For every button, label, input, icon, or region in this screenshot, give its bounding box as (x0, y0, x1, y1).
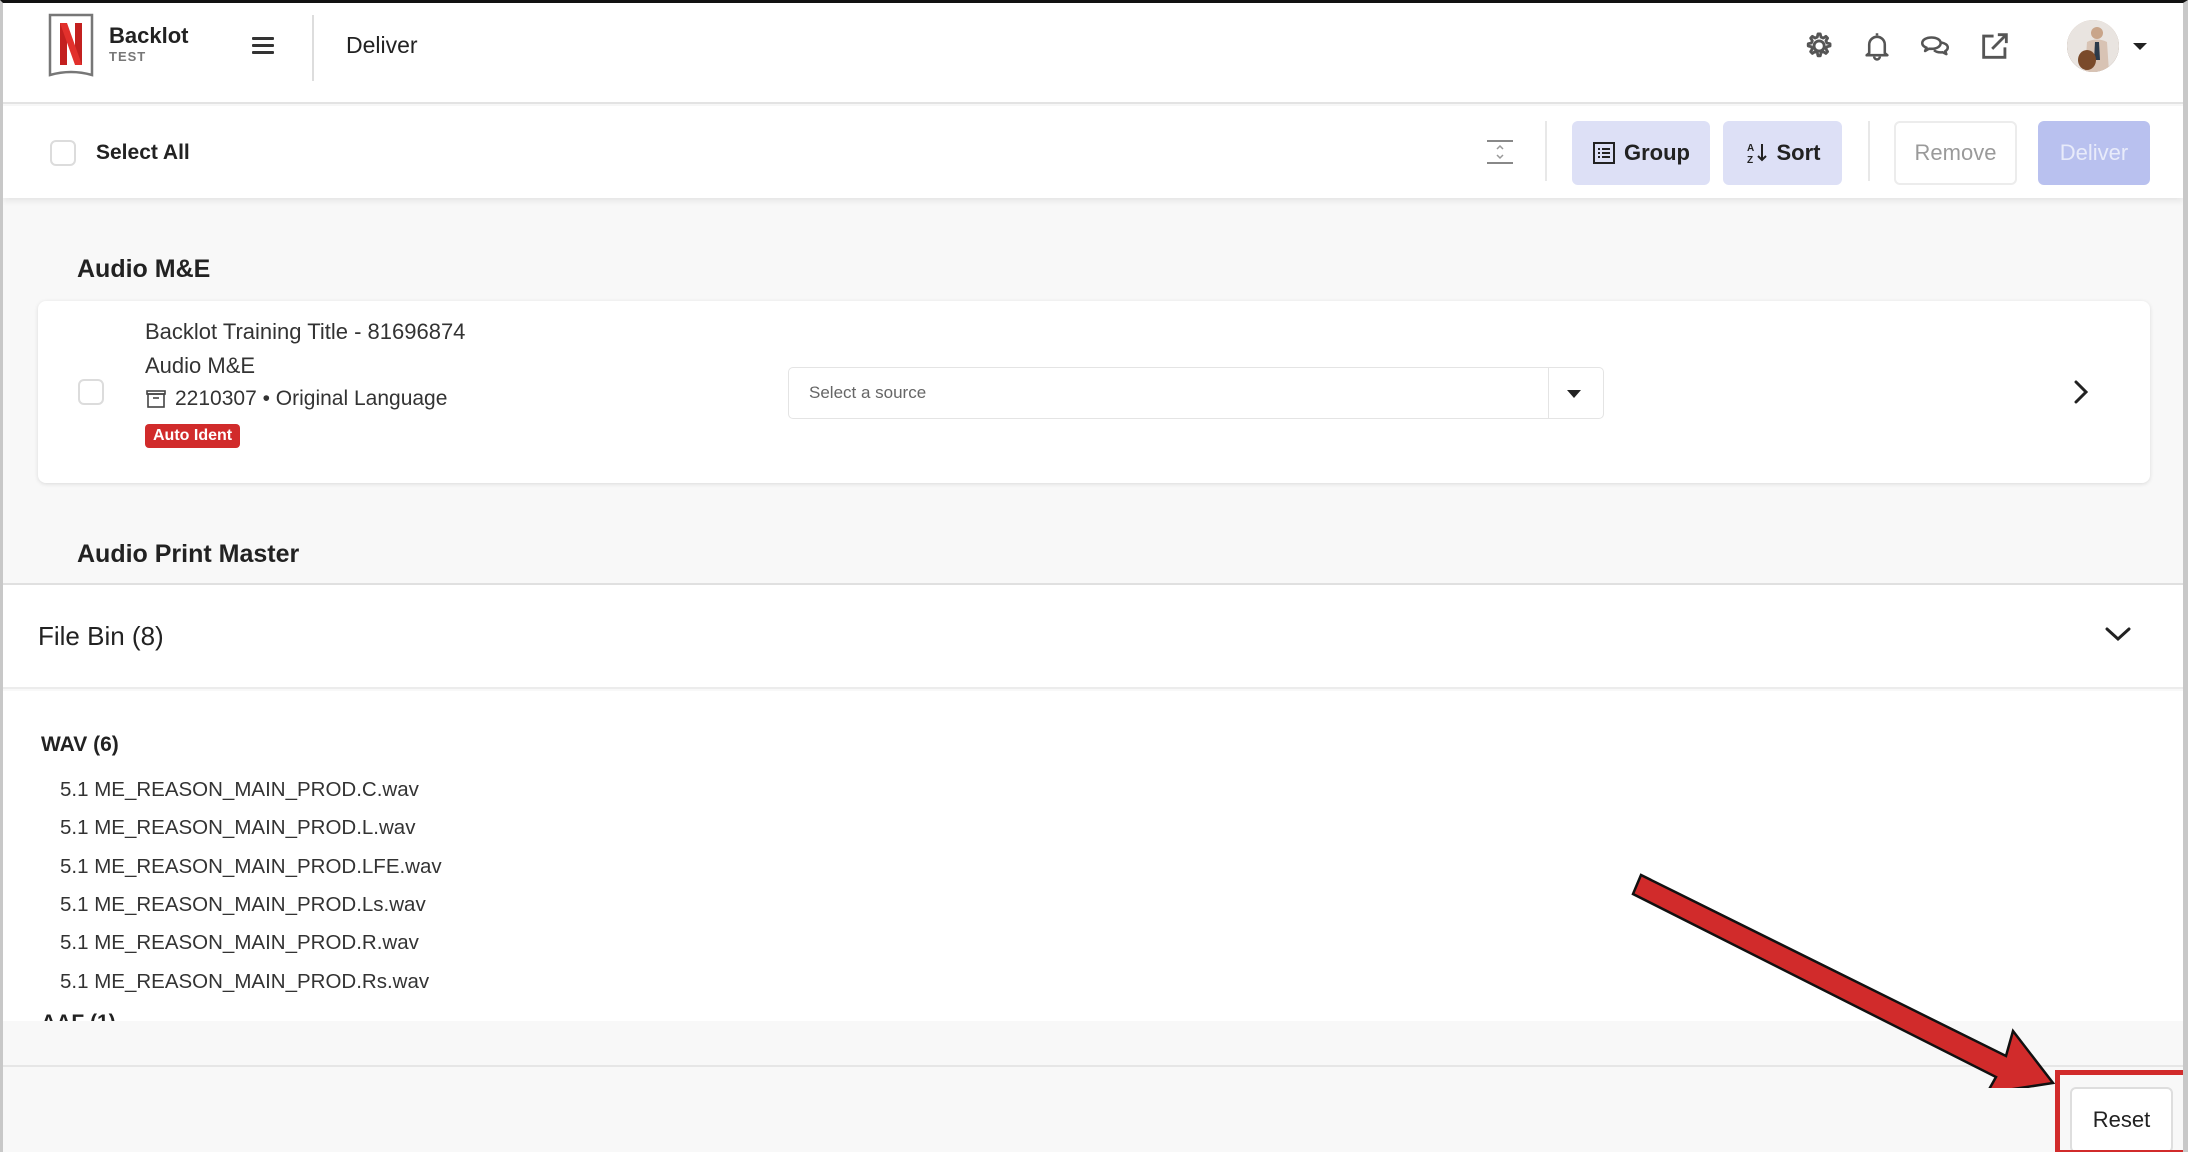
sort-az-icon: A Z (1747, 143, 1767, 166)
section-heading: Audio Print Master (77, 540, 300, 568)
toolbar-divider (1868, 121, 1870, 181)
section-heading: Audio M&E (77, 255, 211, 283)
group-button-label: Group (1624, 140, 1690, 165)
item-checkbox[interactable] (78, 379, 104, 405)
brand-name: Backlot (109, 23, 189, 48)
footer-bar: Reset (3, 1065, 2183, 1152)
user-avatar[interactable] (2067, 20, 2119, 72)
chat-bubbles-icon[interactable] (1918, 29, 1952, 63)
account-menu-caret-icon[interactable] (2133, 43, 2147, 50)
row-density-icon[interactable] (1485, 138, 1515, 166)
file-item[interactable]: 5.1 ME_REASON_MAIN_PROD.Ls.wav (60, 893, 426, 917)
reset-button[interactable]: Reset (2070, 1087, 2173, 1152)
file-item[interactable]: 5.1 ME_REASON_MAIN_PROD.Rs.wav (60, 970, 429, 994)
item-subtitle: Audio M&E (145, 353, 256, 378)
file-item[interactable]: 5.1 ME_REASON_MAIN_PROD.LFE.wav (60, 855, 442, 879)
environment-label: TEST (109, 49, 147, 64)
caret-down-icon[interactable] (1567, 390, 1581, 398)
file-item[interactable]: 5.1 ME_REASON_MAIN_PROD.R.wav (60, 931, 419, 955)
item-title: Backlot Training Title - 81696874 (145, 319, 466, 344)
delivery-list: Audio M&E Backlot Training Title - 81696… (3, 198, 2183, 583)
source-select-placeholder: Select a source (809, 383, 927, 402)
item-meta-text: 2210307 • Original Language (175, 387, 448, 410)
top-header: Backlot TEST Deliver (3, 3, 2183, 104)
app-window: Backlot TEST Deliver Select All Group A … (0, 0, 2188, 1152)
external-link-icon[interactable] (1978, 29, 2012, 63)
sort-button[interactable]: A Z Sort (1723, 121, 1842, 185)
group-button[interactable]: Group (1572, 121, 1710, 185)
chevron-down-icon[interactable] (2103, 623, 2133, 647)
select-all-checkbox[interactable] (50, 140, 76, 166)
item-meta: 2210307 • Original Language (145, 387, 447, 411)
toolbar-divider (1545, 121, 1547, 181)
header-divider (312, 15, 314, 81)
chevron-right-icon[interactable] (2070, 376, 2094, 408)
auto-ident-badge: Auto Ident (145, 424, 241, 448)
archive-icon (146, 390, 166, 408)
select-all-label[interactable]: Select All (96, 141, 190, 165)
page-title: Deliver (346, 32, 418, 58)
netflix-logo-icon[interactable] (48, 13, 94, 79)
gear-icon[interactable] (1801, 29, 1835, 63)
sort-button-label: Sort (1776, 140, 1821, 165)
bell-icon[interactable] (1860, 29, 1894, 63)
delivery-item-card: Backlot Training Title - 81696874 Audio … (38, 301, 2150, 483)
source-select[interactable]: Select a source (788, 367, 1604, 419)
file-item[interactable]: 5.1 ME_REASON_MAIN_PROD.C.wav (60, 778, 419, 802)
brand: Backlot TEST (109, 23, 188, 65)
svg-text:Z: Z (1747, 155, 1753, 166)
deliver-button[interactable]: Deliver (2038, 121, 2150, 185)
menu-icon[interactable] (249, 33, 277, 61)
avatar-photo-icon (2067, 20, 2119, 72)
file-item[interactable]: 5.1 ME_REASON_MAIN_PROD.L.wav (60, 816, 415, 840)
file-group-label: AAF (1) (41, 1011, 116, 1021)
file-bin-toggle[interactable]: File Bin (8) (3, 583, 2183, 689)
remove-button[interactable]: Remove (1894, 121, 2017, 185)
select-divider (1547, 368, 1549, 418)
action-toolbar: Select All Group A Z Sort Remove Deliver (3, 106, 2183, 198)
file-group-label: WAV (6) (41, 733, 119, 756)
file-bin-list: WAV (6) 5.1 ME_REASON_MAIN_PROD.C.wav 5.… (3, 691, 2183, 1021)
list-icon (1593, 142, 1615, 164)
file-bin-title: File Bin (8) (38, 621, 164, 651)
svg-text:A: A (1747, 143, 1754, 154)
